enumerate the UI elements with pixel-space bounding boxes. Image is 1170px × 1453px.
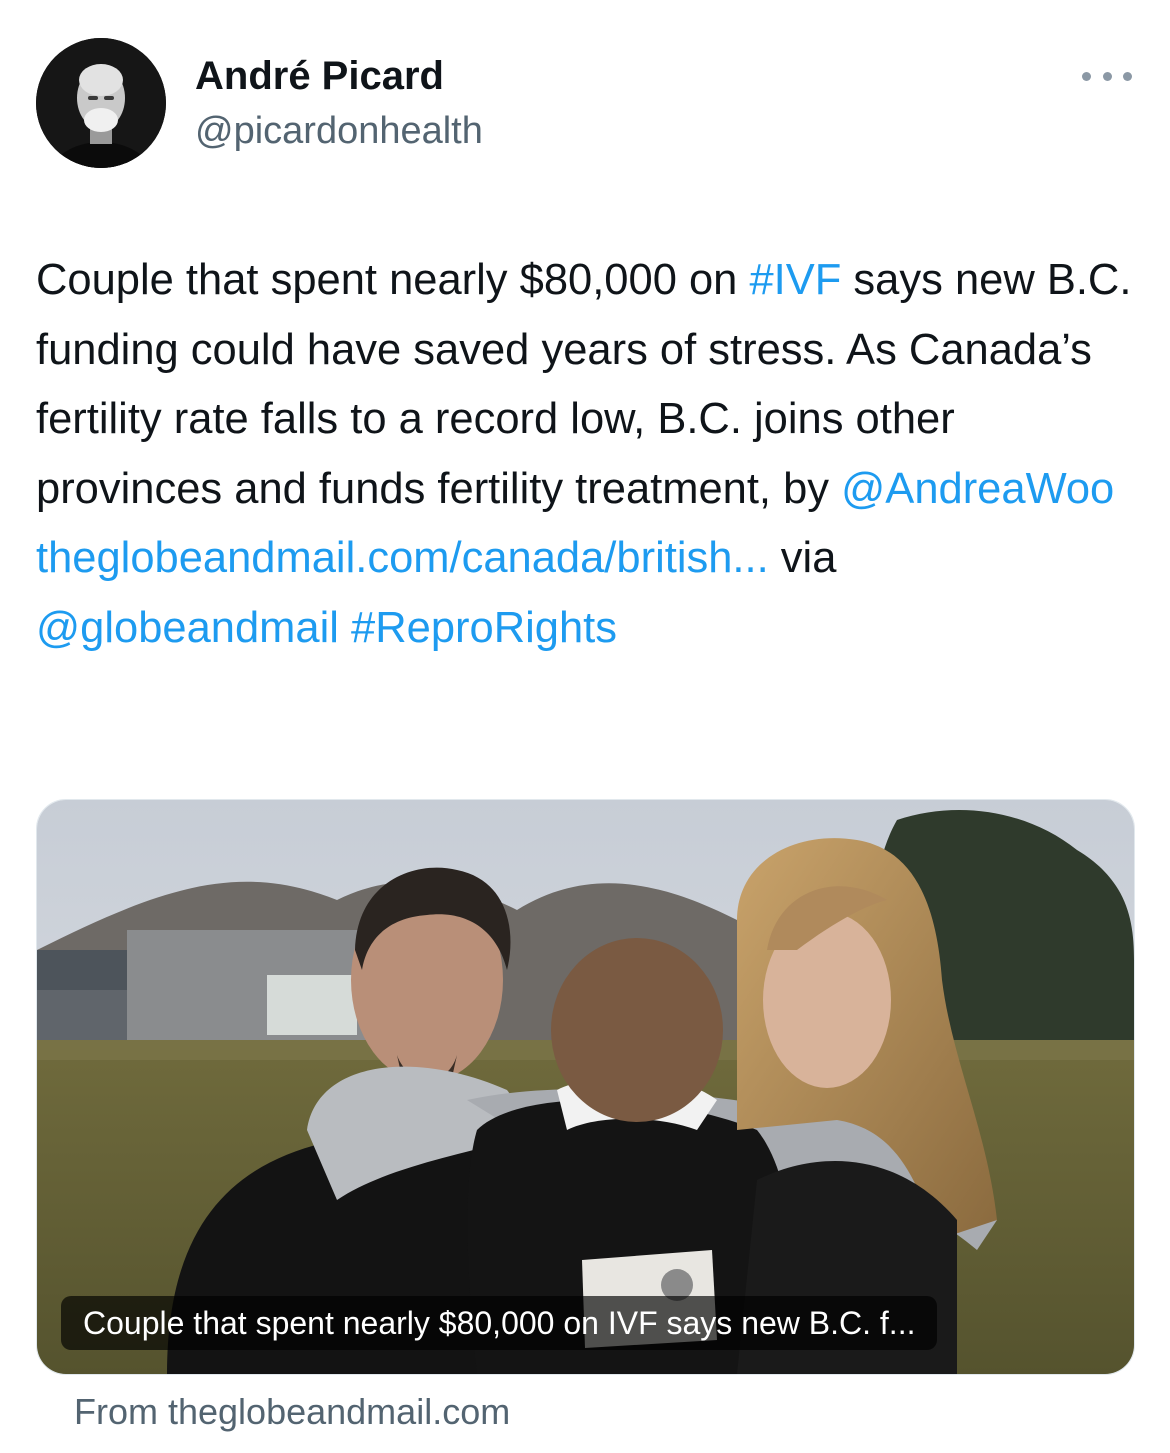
- mention-globeandmail-link[interactable]: @globeandmail: [36, 604, 339, 652]
- tweet-text-segment: Couple that spent nearly $80,000 on: [36, 256, 750, 304]
- card-caption: Couple that spent nearly $80,000 on IVF …: [61, 1296, 938, 1350]
- card-photo: [37, 800, 1134, 1374]
- link-preview-card[interactable]: Couple that spent nearly $80,000 on IVF …: [36, 799, 1135, 1375]
- hashtag-ivf-link[interactable]: #IVF: [749, 256, 841, 304]
- hashtag-reprorights-link[interactable]: #ReproRights: [351, 604, 617, 652]
- author-name[interactable]: André Picard: [195, 52, 444, 100]
- tweet-text-segment: [339, 604, 351, 652]
- mention-andreawoo-link[interactable]: @AndreaWoo: [841, 465, 1114, 513]
- more-options-icon[interactable]: [1082, 64, 1132, 88]
- dot-icon: [1082, 71, 1091, 81]
- tweet-text-segment: via: [768, 534, 837, 582]
- dot-icon: [1123, 71, 1132, 81]
- profile-avatar[interactable]: [36, 38, 166, 168]
- avatar-image: [36, 38, 166, 168]
- tweet-text: Couple that spent nearly $80,000 on #IVF…: [36, 246, 1136, 663]
- dot-icon: [1102, 71, 1112, 81]
- tweet: André Picard @picardonhealth Couple that…: [0, 0, 1170, 1453]
- article-url-link[interactable]: theglobeandmail.com/canada/british...: [36, 534, 769, 582]
- author-handle[interactable]: @picardonhealth: [195, 108, 483, 154]
- card-source-domain[interactable]: From theglobeandmail.com: [74, 1390, 510, 1434]
